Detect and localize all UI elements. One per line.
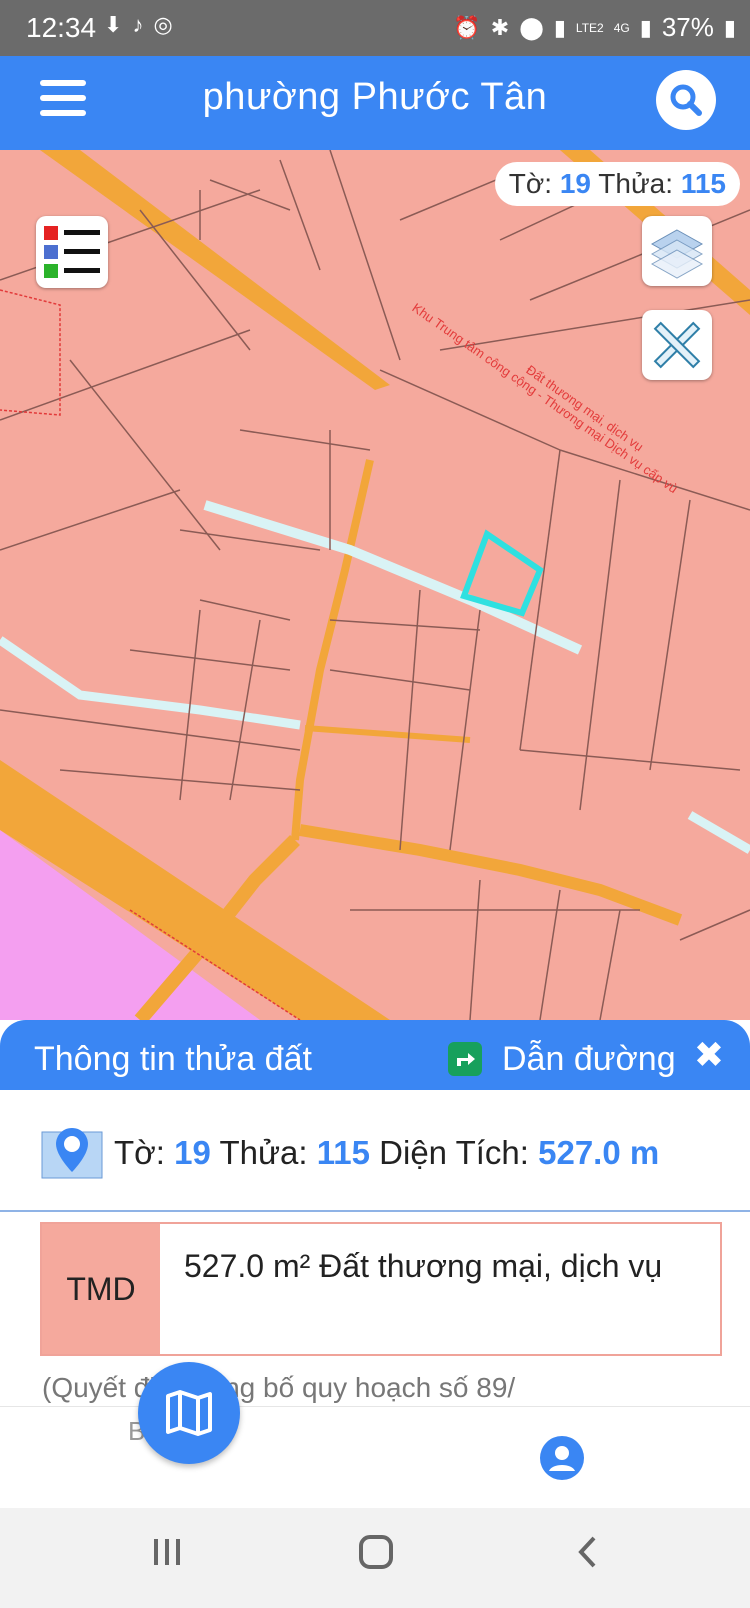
chip-thua-value: 115 [680, 168, 726, 199]
search-button[interactable] [656, 70, 716, 130]
directions-button[interactable]: Dẫn đường [502, 1040, 676, 1079]
decision-text: (Quyết định công bố quy hoạch số 89/ [42, 1372, 516, 1403]
home-button[interactable] [358, 1534, 394, 1580]
close-icon[interactable]: ✖ [694, 1034, 724, 1076]
parcel-info-row: Tờ: 19 Thửa: 115 Diện Tích: 527.0 m [0, 1090, 750, 1212]
status-bar: 12:34 ⬇ ♪ ◎ ⏰ ✱ ⬤ ▮ LTE2 4G ▮ 37% ▮ [0, 0, 750, 56]
info-thua-value: 115 [316, 1134, 370, 1171]
parcel-map-icon [41, 1128, 103, 1179]
location-icon: ⬤ [519, 14, 544, 40]
info-to-label: Tờ: [114, 1134, 165, 1171]
parcel-chip[interactable]: Tờ: 19 Thửa: 115 [494, 162, 740, 206]
bluetooth-icon: ✱ [490, 14, 510, 40]
legend-button[interactable] [36, 216, 108, 288]
ruler-icon [653, 321, 701, 369]
layers-icon [650, 229, 704, 279]
landuse-code: TMD [42, 1224, 160, 1354]
chrome-icon: ◎ [153, 12, 173, 37]
sheet-title: Thông tin thửa đất [34, 1040, 312, 1078]
map-canvas[interactable] [0, 150, 750, 1020]
bottom-nav [0, 1406, 750, 1507]
route-icon[interactable] [448, 1042, 482, 1076]
landuse-box: TMD 527.0 m² Đất thương mại, dịch vụ [40, 1222, 722, 1356]
page-title: phường Phước Tân [202, 76, 548, 118]
volte-label: LTE2 [575, 20, 604, 35]
sheet-header: Thông tin thửa đất Dẫn đường ✖ [0, 1020, 750, 1090]
status-notification-icons: ⬇ ♪ ◎ [104, 12, 173, 38]
directions-icon [457, 1053, 475, 1066]
download-icon: ⬇ [104, 12, 123, 37]
search-icon [670, 84, 702, 116]
recents-icon [154, 1539, 180, 1565]
info-thua-label: Thửa: [219, 1134, 308, 1171]
back-button[interactable] [576, 1534, 600, 1580]
battery-icon: ▮ [723, 14, 736, 40]
recent-apps-button[interactable] [150, 1534, 184, 1579]
signal-icon: ▮ [553, 14, 566, 40]
map-fab-button[interactable] [138, 1362, 240, 1464]
info-area-label: Diện Tích: [379, 1134, 529, 1171]
home-icon [359, 1535, 393, 1569]
network-label: 4G [613, 20, 630, 35]
battery-percent: 37% [661, 12, 714, 42]
chip-to-value: 19 [559, 168, 591, 199]
measure-button[interactable] [642, 310, 712, 380]
status-system-icons: ⏰ ✱ ⬤ ▮ LTE2 4G ▮ 37% ▮ [453, 12, 736, 43]
alarm-icon: ⏰ [453, 14, 481, 40]
chip-thua-label: Thửa: [598, 168, 674, 199]
system-nav-bar [0, 1508, 750, 1608]
profile-icon[interactable] [540, 1436, 584, 1480]
legend-icon [44, 226, 100, 278]
map-view[interactable]: Khu Trung tâm công cộng - Thương mại Dịc… [0, 150, 750, 1020]
parcel-info-text: Tờ: 19 Thửa: 115 Diện Tích: 527.0 m [114, 1134, 659, 1172]
landuse-description: 527.0 m² Đất thương mại, dịch vụ [184, 1248, 663, 1284]
tiktok-icon: ♪ [132, 12, 144, 37]
app-bar: phường Phước Tân [0, 56, 750, 150]
signal-icon-2: ▮ [639, 14, 652, 40]
map-icon [166, 1390, 212, 1436]
layers-button[interactable] [642, 216, 712, 286]
status-time: 12:34 [26, 12, 97, 43]
back-icon [578, 1536, 596, 1568]
info-area-value: 527.0 m [538, 1134, 660, 1171]
chip-to-label: Tờ: [508, 168, 553, 199]
info-to-value: 19 [174, 1134, 211, 1171]
